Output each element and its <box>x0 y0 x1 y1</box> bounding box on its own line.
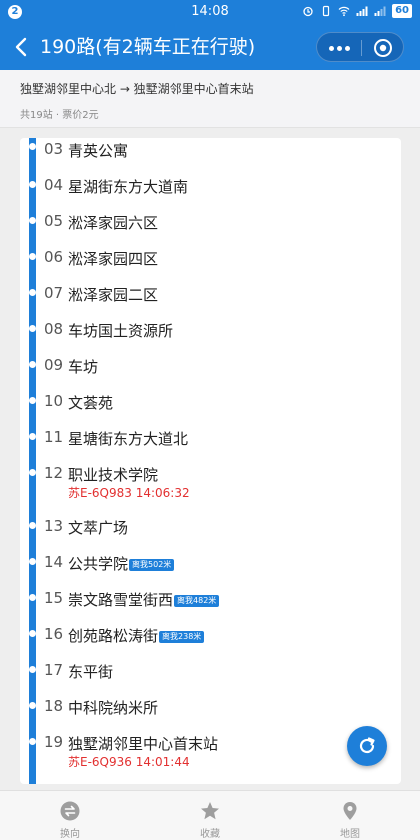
station-number: 04 <box>44 176 64 194</box>
tab-label: 收藏 <box>200 829 220 840</box>
battery-level: 60 <box>392 4 412 18</box>
status-bar: 2 14:08 60 <box>0 0 420 24</box>
swap-icon <box>60 801 80 821</box>
signal-icon-2 <box>374 6 386 16</box>
station-name: 星湖街东方大道南 <box>68 178 189 196</box>
tab-favorite[interactable]: 收藏 <box>140 791 280 840</box>
mini-program-capsule <box>316 32 404 62</box>
station-dot <box>29 738 36 745</box>
station-dot <box>29 558 36 565</box>
station-name: 文荟苑 <box>68 394 114 412</box>
station-number: 09 <box>44 356 64 374</box>
station-dot <box>29 630 36 637</box>
status-icons: 60 <box>302 4 412 18</box>
signal-icon <box>356 6 368 16</box>
station-number: 14 <box>44 553 64 571</box>
station-list: 03 青英公寓 04 星湖街东方大道南 05 淞泽家园六区 06 淞泽家园四区 … <box>20 138 401 784</box>
station-name: 中科院纳米所 <box>68 699 159 717</box>
station-dot <box>29 397 36 404</box>
station-number: 17 <box>44 661 64 679</box>
station-dot <box>29 522 36 529</box>
station-number: 10 <box>44 392 64 410</box>
app-header: 190路(有2辆车正在行驶) <box>0 24 420 70</box>
station-name: 东平街 <box>68 663 114 681</box>
station-number: 19 <box>44 733 64 751</box>
station-number: 12 <box>44 464 64 482</box>
station-name: 车坊国土资源所 <box>68 322 174 340</box>
distance-badge: 离我238米 <box>159 631 205 643</box>
more-dots-icon[interactable] <box>317 33 361 63</box>
alarm-icon <box>303 6 313 17</box>
tab-label: 地图 <box>340 829 360 840</box>
station-dot <box>29 143 36 150</box>
station-name: 青英公寓 <box>68 142 129 160</box>
map-pin-icon <box>343 802 357 820</box>
station-dot <box>29 325 36 332</box>
station-name: 独墅湖邻里中心首末站 <box>68 735 219 753</box>
station-name: 淞泽家园二区 <box>68 286 159 304</box>
station-name: 公共学院 离我502米 <box>68 553 175 574</box>
station-name-text: 创苑路松涛街 <box>68 627 159 645</box>
station-dot <box>29 433 36 440</box>
station-number: 11 <box>44 428 64 446</box>
station-number: 08 <box>44 320 64 338</box>
station-name: 淞泽家园六区 <box>68 214 159 232</box>
station-number: 18 <box>44 697 64 715</box>
wifi-icon <box>338 6 350 17</box>
station-name: 淞泽家园四区 <box>68 250 159 268</box>
star-icon <box>201 802 219 820</box>
distance-badge: 离我502米 <box>129 559 175 571</box>
station-number: 13 <box>44 517 64 535</box>
station-name: 文萃广场 <box>68 519 129 537</box>
station-dot <box>29 217 36 224</box>
station-dot <box>29 289 36 296</box>
station-name-text: 公共学院 <box>68 555 129 573</box>
station-name: 星塘街东方大道北 <box>68 430 189 448</box>
station-dot <box>29 666 36 673</box>
station-dot <box>29 181 36 188</box>
station-dot <box>29 253 36 260</box>
station-name: 崇文路雪堂街西 离我482米 <box>68 589 220 610</box>
vibrate-icon <box>322 5 330 17</box>
station-number: 03 <box>44 140 64 158</box>
route-meta: 共19站 · 票价2元 <box>20 110 99 121</box>
page-title: 190路(有2辆车正在行驶) <box>40 36 256 58</box>
station-number: 07 <box>44 284 64 302</box>
station-name: 创苑路松涛街 离我238米 <box>68 625 205 646</box>
bottom-tab-bar: 换向 收藏 地图 <box>0 790 420 840</box>
refresh-button[interactable] <box>347 726 387 766</box>
station-number: 15 <box>44 589 64 607</box>
back-arrow-icon[interactable] <box>10 34 34 60</box>
tab-map[interactable]: 地图 <box>280 791 420 840</box>
station-name: 职业技术学院 <box>68 466 159 484</box>
station-dot <box>29 594 36 601</box>
station-name: 车坊 <box>68 358 99 376</box>
station-dot <box>29 702 36 709</box>
route-info: 独墅湖邻里中心北 → 独墅湖邻里中心首末站 共19站 · 票价2元 <box>0 70 420 128</box>
station-number: 06 <box>44 248 64 266</box>
bus-arrival-info: 苏E-6Q936 14:01:44 <box>68 755 190 769</box>
tab-label: 换向 <box>60 829 80 840</box>
tab-swap-direction[interactable]: 换向 <box>0 791 140 840</box>
station-dot <box>29 361 36 368</box>
refresh-icon <box>359 737 375 754</box>
station-dot <box>29 469 36 476</box>
close-target-icon[interactable] <box>373 38 393 58</box>
route-line <box>29 138 36 784</box>
station-number: 05 <box>44 212 64 230</box>
capsule-divider <box>361 40 362 56</box>
distance-badge: 离我482米 <box>174 595 220 607</box>
station-number: 16 <box>44 625 64 643</box>
station-name-text: 崇文路雪堂街西 <box>68 591 174 609</box>
bus-arrival-info: 苏E-6Q983 14:06:32 <box>68 486 190 500</box>
route-direction: 独墅湖邻里中心北 → 独墅湖邻里中心首末站 <box>20 82 254 96</box>
